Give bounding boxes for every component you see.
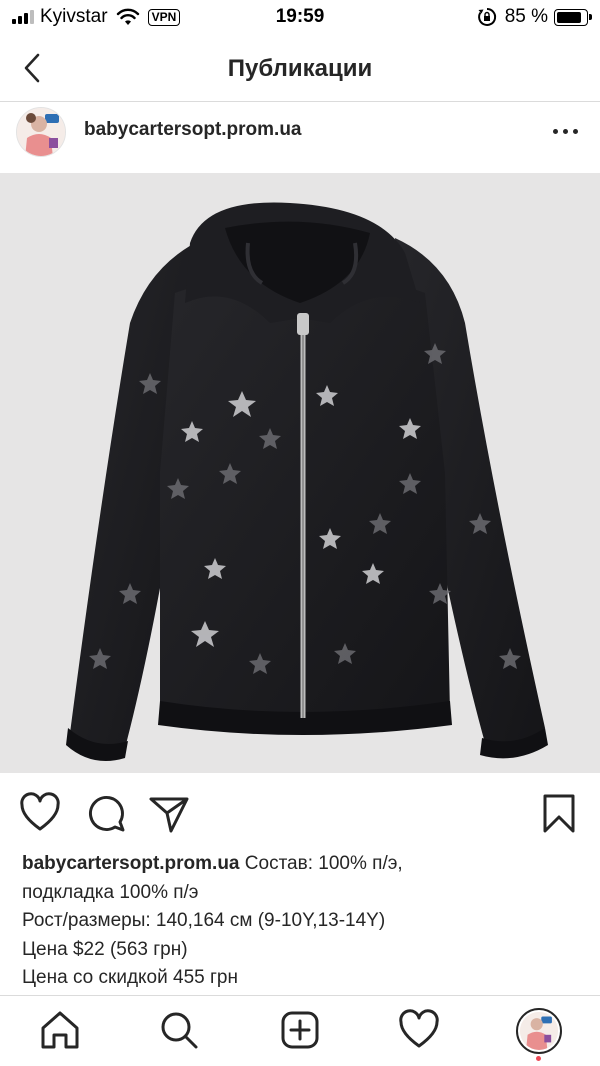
status-right: 85 % (477, 6, 592, 28)
post-actions (0, 783, 600, 843)
page-title: Публикации (227, 55, 373, 82)
battery-icon (554, 8, 592, 26)
caption-line-2: подкладка 100% п/э (22, 881, 199, 903)
battery-percent: 85 % (504, 6, 548, 27)
caption-line-1: babycartersopt.prom.ua Состав: 100% п/э, (22, 850, 582, 879)
caption-text-1: Состав: 100% п/э, (244, 853, 403, 874)
activity-heart-icon[interactable] (397, 1008, 441, 1052)
comment-icon[interactable] (84, 791, 128, 835)
jacket-image (66, 202, 548, 762)
battery-fill (557, 11, 581, 23)
profile-avatar-image (520, 1012, 558, 1050)
caption-line-4: Цена $22 (563 грн) (22, 938, 188, 960)
profile-tab-avatar[interactable] (516, 1008, 562, 1054)
caption-username[interactable]: babycartersopt.prom.ua (22, 853, 240, 874)
post-header: babycartersopt.prom.ua (0, 103, 600, 173)
more-options-icon[interactable] (550, 121, 580, 141)
post-photo[interactable] (0, 173, 600, 773)
post-username[interactable]: babycartersopt.prom.ua (84, 119, 302, 141)
notification-dot (536, 1056, 541, 1061)
post-caption: babycartersopt.prom.ua Состав: 100% п/э,… (22, 850, 582, 993)
caption-line-3: Рост/размеры: 140,164 см (9-10Y,13-14Y) (22, 910, 386, 931)
avatar[interactable] (16, 107, 66, 157)
bookmark-icon[interactable] (537, 791, 581, 835)
share-send-icon[interactable] (147, 791, 191, 835)
status-bar: Kyivstar VPN 19:59 85 % (0, 0, 600, 36)
bottom-tab-bar (0, 995, 600, 1066)
rotation-lock-icon (477, 7, 496, 26)
nav-bar: Публикации (0, 36, 600, 102)
caption-line-5: Цена со скидкой 455 грн (22, 967, 238, 988)
like-heart-icon[interactable] (18, 791, 62, 835)
home-icon[interactable] (38, 1008, 82, 1052)
avatar-image (17, 108, 65, 156)
new-post-icon[interactable] (278, 1008, 322, 1052)
search-icon[interactable] (157, 1008, 201, 1052)
